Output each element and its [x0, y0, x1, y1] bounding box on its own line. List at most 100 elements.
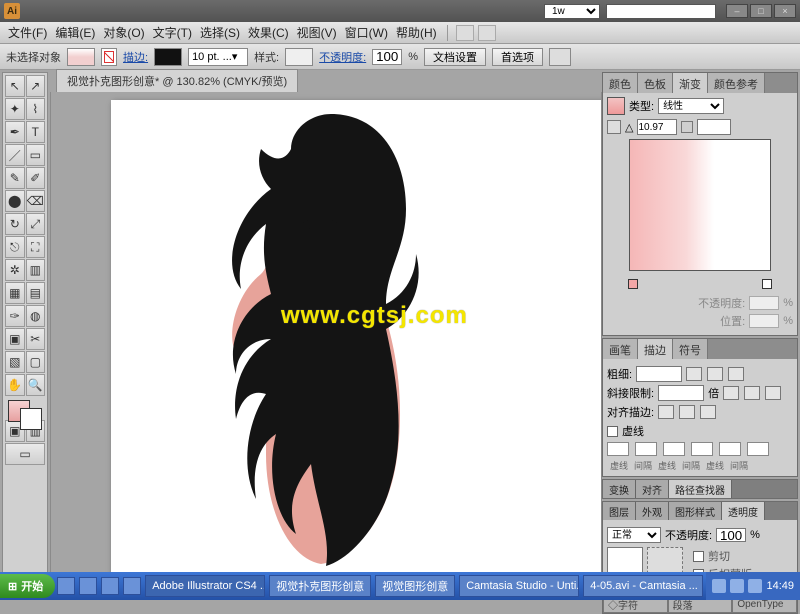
graph-tool[interactable]: ▥ — [26, 259, 46, 281]
grad-pos-input[interactable] — [749, 314, 779, 328]
taskbar-item-camtasia1[interactable]: Camtasia Studio - Unti... — [459, 575, 579, 597]
quicklaunch-2[interactable] — [79, 577, 97, 595]
menu-file[interactable]: 文件(F) — [4, 24, 51, 41]
menu-object[interactable]: 对象(O) — [99, 24, 148, 41]
stroke-color-icon[interactable] — [20, 408, 42, 430]
gap-3[interactable] — [747, 442, 769, 456]
tab-stroke[interactable]: 描边 — [638, 339, 673, 359]
tab-transform[interactable]: 变换 — [603, 480, 636, 498]
close-button[interactable]: × — [774, 4, 796, 18]
symbol-sprayer-tool[interactable]: ✲ — [5, 259, 25, 281]
doc-tab-active[interactable]: 视觉扑克图形创意* @ 130.82% (CMYK/预览) — [56, 69, 298, 92]
tray-icon-1[interactable] — [712, 579, 726, 593]
docsetup-button[interactable]: 文档设置 — [424, 48, 486, 66]
grad-opacity-input[interactable] — [749, 296, 779, 310]
cap-square-icon[interactable] — [728, 367, 744, 381]
style-swatch[interactable] — [285, 48, 313, 66]
stroke-swatch[interactable] — [154, 48, 182, 66]
menu-effect[interactable]: 效果(C) — [244, 24, 293, 41]
maximize-button[interactable]: □ — [750, 4, 772, 18]
blend-mode-dropdown[interactable]: 正常 — [607, 527, 661, 543]
menu-type[interactable]: 文字(T) — [149, 24, 196, 41]
taskbar-item-camtasia2[interactable]: 4-05.avi - Camtasia ... — [583, 575, 703, 597]
clip-checkbox[interactable] — [693, 551, 704, 562]
pencil-tool[interactable]: ✐ — [26, 167, 46, 189]
tab-swatches[interactable]: 色板 — [638, 73, 673, 93]
tab-layers[interactable]: 图层 — [603, 502, 636, 520]
tab-transparency[interactable]: 透明度 — [722, 502, 765, 520]
menu-help[interactable]: 帮助(H) — [392, 24, 441, 41]
align-center-icon[interactable] — [658, 405, 674, 419]
stroke-weight-input[interactable] — [636, 366, 682, 382]
minimize-button[interactable]: – — [726, 4, 748, 18]
opacity-input[interactable] — [372, 49, 402, 65]
tab-align[interactable]: 对齐 — [636, 480, 669, 498]
pen-tool[interactable]: ✒ — [5, 121, 25, 143]
zoom-tool[interactable]: 🔍 — [26, 374, 46, 396]
stroke-link[interactable]: 描边: — [123, 49, 148, 65]
tab-gradient[interactable]: 渐变 — [673, 73, 708, 93]
tab-appearance[interactable]: 外观 — [636, 502, 669, 520]
warp-tool[interactable]: ⎋ — [5, 236, 25, 258]
tab-graphicstyles[interactable]: 图形样式 — [669, 502, 722, 520]
grad-angle-input[interactable] — [637, 119, 677, 135]
trans-opacity-input[interactable] — [716, 528, 746, 542]
aspect-icon[interactable] — [681, 121, 693, 133]
hand-tool[interactable]: ✋ — [5, 374, 25, 396]
gradient-slider[interactable] — [628, 275, 772, 289]
opacity-link[interactable]: 不透明度: — [319, 49, 366, 65]
join-round-icon[interactable] — [744, 386, 760, 400]
menu-window[interactable]: 窗口(W) — [341, 24, 392, 41]
dash-2[interactable] — [663, 442, 685, 456]
magic-wand-tool[interactable]: ✦ — [5, 98, 25, 120]
menu-view[interactable]: 视图(V) — [293, 24, 341, 41]
mesh-tool[interactable]: ▦ — [5, 282, 25, 304]
search-input[interactable] — [606, 4, 716, 19]
stroke-weight-dropdown[interactable]: 10 pt. ... ▾ — [188, 48, 248, 66]
gradient-tool[interactable]: ▤ — [26, 282, 46, 304]
grad-type-dropdown[interactable]: 线性 — [658, 98, 724, 114]
gradient-swatch-icon[interactable] — [607, 97, 625, 115]
artboard-tool[interactable]: ▢ — [26, 351, 46, 373]
dash-1[interactable] — [607, 442, 629, 456]
dash-3[interactable] — [719, 442, 741, 456]
start-button[interactable]: ⊞开始 — [0, 574, 55, 598]
quicklaunch-3[interactable] — [101, 577, 119, 595]
tab-brushes[interactable]: 画笔 — [603, 339, 638, 359]
tab-pathfinder[interactable]: 路径查找器 — [669, 480, 732, 498]
canvas[interactable]: www.cgtsj.com — [50, 92, 602, 580]
direct-selection-tool[interactable]: ↗ — [26, 75, 46, 97]
blob-brush-tool[interactable]: ⬤ — [5, 190, 25, 212]
quicklaunch-4[interactable] — [123, 577, 141, 595]
dashed-checkbox[interactable] — [607, 426, 618, 437]
eraser-tool[interactable]: ⌫ — [26, 190, 46, 212]
taskbar-item-folder2[interactable]: 视觉图形创意 — [375, 575, 455, 597]
gap-2[interactable] — [691, 442, 713, 456]
tray-icon-2[interactable] — [730, 579, 744, 593]
livepaint-tool[interactable]: ▣ — [5, 328, 25, 350]
bridge-icon[interactable] — [456, 25, 474, 41]
quicklaunch-1[interactable] — [57, 577, 75, 595]
align-inside-icon[interactable] — [679, 405, 695, 419]
workspace-dropdown[interactable]: 1w — [544, 4, 600, 19]
arrange-icon[interactable] — [478, 25, 496, 41]
fill-none-icon[interactable] — [101, 48, 117, 66]
menu-select[interactable]: 选择(S) — [196, 24, 244, 41]
eyedropper-tool[interactable]: ✑ — [5, 305, 25, 327]
tab-colorguide[interactable]: 颜色参考 — [708, 73, 765, 93]
taskbar-item-folder1[interactable]: 视觉扑克图形创意 — [269, 575, 371, 597]
cap-butt-icon[interactable] — [686, 367, 702, 381]
fill-swatch[interactable] — [67, 48, 95, 66]
scale-tool[interactable]: ⤢ — [26, 213, 46, 235]
clock[interactable]: 14:49 — [766, 580, 794, 592]
screen-mode[interactable]: ▭ — [5, 443, 45, 465]
menu-edit[interactable]: 编辑(E) — [51, 24, 99, 41]
tab-color[interactable]: 颜色 — [603, 73, 638, 93]
reverse-gradient-icon[interactable] — [607, 120, 621, 134]
rectangle-tool[interactable]: ▭ — [26, 144, 46, 166]
cap-round-icon[interactable] — [707, 367, 723, 381]
align-outside-icon[interactable] — [700, 405, 716, 419]
blend-tool[interactable]: ◍ — [26, 305, 46, 327]
color-well[interactable] — [5, 397, 45, 433]
grad-aspect-input[interactable] — [697, 119, 731, 135]
